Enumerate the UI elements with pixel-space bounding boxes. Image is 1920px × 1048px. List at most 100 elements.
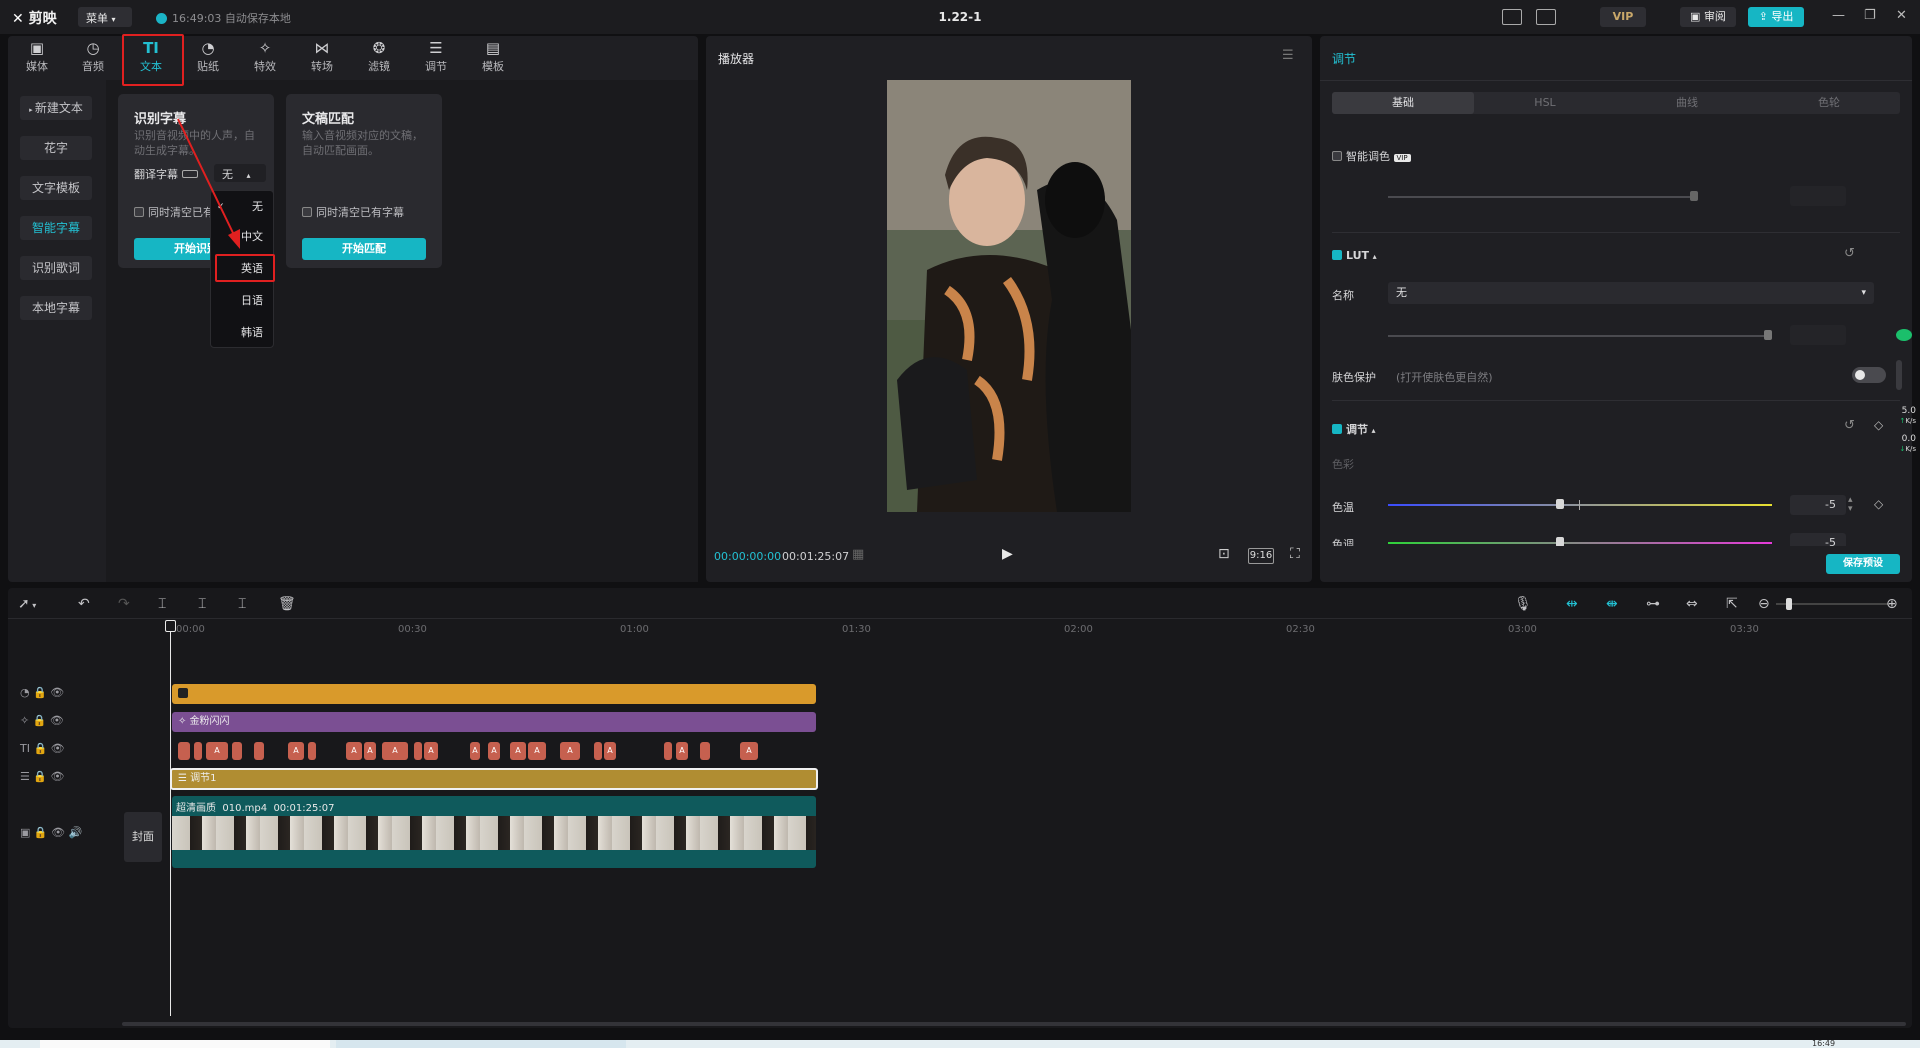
main-track-magnet-icon[interactable]: ⇹	[1566, 596, 1578, 612]
clear-subtitle-checkbox[interactable]: 同时清空已有字幕	[302, 204, 404, 220]
subtitle-clip[interactable]	[194, 742, 202, 760]
subtitle-clip[interactable]	[700, 742, 710, 760]
zoom-knob[interactable]	[1786, 598, 1792, 610]
subtitle-clip[interactable]: A	[560, 742, 580, 760]
sidebar-item-new-text[interactable]: ▸ 新建文本	[20, 96, 92, 120]
keyboard-icon[interactable]	[1502, 9, 1522, 25]
tab-transition[interactable]: ⋈ 转场	[297, 38, 347, 78]
aspect-ratio-button[interactable]: 9:16	[1248, 548, 1274, 564]
preview-axis-icon[interactable]: ⇔	[1686, 596, 1698, 612]
lut-name-select[interactable]: 无 ▾	[1388, 282, 1874, 304]
subtitle-clip[interactable]: A	[364, 742, 376, 760]
stepper-icon[interactable]: ▴ ▾	[1848, 496, 1853, 514]
tab-media[interactable]: ▣ 媒体	[12, 38, 62, 78]
cover-button[interactable]: 封面	[124, 812, 162, 862]
restore-icon[interactable]: ❐	[1864, 8, 1876, 23]
tab-hsl[interactable]: HSL	[1474, 92, 1616, 114]
zoom-slider[interactable]	[1776, 603, 1890, 605]
smart-color-checkbox[interactable]: 智能调色 VIP	[1332, 148, 1411, 164]
minimize-icon[interactable]: —	[1832, 8, 1845, 23]
subtitle-clip[interactable]: A	[382, 742, 408, 760]
effect-clip[interactable]: ✧ 金粉闪闪	[172, 712, 816, 732]
subtitle-clip[interactable]	[178, 742, 190, 760]
keyframe-diamond-icon[interactable]: ◇	[1874, 497, 1883, 511]
undo-icon[interactable]: ↶	[78, 596, 90, 612]
review-button[interactable]: ▣ 审阅	[1680, 7, 1736, 27]
subtitle-clip[interactable]: A	[488, 742, 500, 760]
subtitle-clip[interactable]: A	[288, 742, 304, 760]
smart-color-knob[interactable]	[1690, 191, 1698, 201]
start-match-button[interactable]: 开始匹配	[302, 238, 426, 260]
delete-icon[interactable]: 🗑	[278, 596, 296, 612]
taskbar-item[interactable]	[336, 1040, 626, 1048]
tone-slider[interactable]	[1388, 542, 1772, 544]
select-tool-icon[interactable]: ➚ ▾	[18, 596, 36, 612]
play-icon[interactable]: ▶	[1002, 546, 1013, 562]
subtitle-clip[interactable]: A	[424, 742, 438, 760]
subtitle-clip[interactable]	[232, 742, 242, 760]
export-button[interactable]: ⇪ 导出	[1748, 7, 1804, 27]
redo-icon[interactable]: ↷	[118, 596, 130, 612]
sidebar-item-text-template[interactable]: 文字模板	[20, 176, 92, 200]
subtitle-clip[interactable]: A	[604, 742, 616, 760]
subtitle-clip[interactable]	[664, 742, 672, 760]
language-option-korean[interactable]: 韩语	[211, 321, 273, 345]
auto-snap-icon[interactable]: ⇼	[1606, 596, 1618, 612]
lut-strength-knob[interactable]	[1764, 330, 1772, 340]
layout-icon[interactable]	[1536, 9, 1556, 25]
split-icon[interactable]: ⌶	[158, 596, 166, 612]
split-right-icon[interactable]: ⌶	[238, 596, 246, 612]
subtitle-clip[interactable]: A	[676, 742, 688, 760]
sticker-clip[interactable]	[172, 684, 816, 704]
sidebar-item-smart-subtitle[interactable]: 智能字幕	[20, 216, 92, 240]
tone-input[interactable]: -5	[1790, 533, 1846, 546]
microphone-icon[interactable]: 🎙	[1514, 596, 1532, 612]
subtitle-clip[interactable]	[254, 742, 264, 760]
playhead[interactable]	[170, 624, 171, 1016]
lut-strength-input[interactable]	[1790, 325, 1846, 345]
temperature-input[interactable]: -5	[1790, 495, 1846, 515]
tab-curves[interactable]: 曲线	[1616, 92, 1758, 114]
subtitle-clip[interactable]: A	[528, 742, 546, 760]
screenshot-icon[interactable]: ⊡	[1218, 546, 1230, 562]
subtitle-clip[interactable]: A	[206, 742, 228, 760]
adjust-section-checkbox[interactable]: 调节 ▴	[1332, 421, 1376, 437]
close-icon[interactable]: ✕	[1896, 8, 1907, 23]
subtitle-clip[interactable]: A	[510, 742, 526, 760]
fullscreen-icon[interactable]: ⛶	[1290, 546, 1300, 562]
split-left-icon[interactable]: ⌶	[198, 596, 206, 612]
save-preset-button[interactable]: 保存预设	[1826, 554, 1900, 574]
tab-effects[interactable]: ✧ 特效	[240, 38, 290, 78]
subtitle-clip[interactable]	[308, 742, 316, 760]
tab-basic[interactable]: 基础	[1332, 92, 1474, 114]
link-icon[interactable]: ⊶	[1646, 596, 1660, 612]
language-option-japanese[interactable]: 日语	[211, 289, 273, 313]
lut-checkbox[interactable]: LUT ▴	[1332, 249, 1377, 262]
zoom-in-icon[interactable]: ⊕	[1886, 596, 1898, 612]
reset-icon[interactable]: ↺	[1844, 418, 1855, 433]
tab-template[interactable]: ▤ 模板	[468, 38, 518, 78]
taskbar-item[interactable]	[40, 1040, 330, 1048]
subtitle-clip[interactable]: A	[346, 742, 362, 760]
tab-audio[interactable]: ◷ 音频	[68, 38, 118, 78]
tab-filter[interactable]: ❂ 滤镜	[354, 38, 404, 78]
timeline-grid-icon[interactable]: ▦	[852, 547, 864, 562]
vip-button[interactable]: VIP	[1600, 7, 1646, 27]
sidebar-item-local-subtitle[interactable]: 本地字幕	[20, 296, 92, 320]
subtitle-clip[interactable]	[414, 742, 422, 760]
keyframe-diamond-icon[interactable]: ◇	[1874, 418, 1883, 432]
subtitle-clip[interactable]: A	[740, 742, 758, 760]
player-menu-icon[interactable]: ☰	[1282, 48, 1294, 63]
temperature-slider[interactable]	[1388, 504, 1772, 506]
temperature-knob[interactable]	[1556, 499, 1564, 509]
sidebar-item-fancy-text[interactable]: 花字	[20, 136, 92, 160]
zoom-out-icon[interactable]: ⊖	[1758, 596, 1770, 612]
menu-button[interactable]: 菜单 ▾	[78, 7, 132, 27]
full-view-icon[interactable]: ⇱	[1726, 596, 1738, 612]
subtitle-clip[interactable]	[594, 742, 602, 760]
playhead-handle[interactable]	[165, 620, 176, 632]
tab-adjust[interactable]: ☰ 调节	[411, 38, 461, 78]
skin-protect-toggle[interactable]	[1852, 367, 1886, 383]
lut-strength-slider[interactable]	[1388, 335, 1768, 337]
tab-sticker[interactable]: ◔ 贴纸	[183, 38, 233, 78]
